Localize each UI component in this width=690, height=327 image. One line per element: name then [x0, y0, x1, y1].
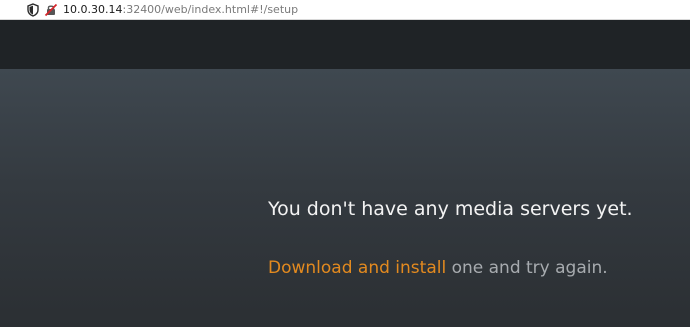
url-text[interactable]: 10.0.30.14:32400/web/index.html#!/setup: [63, 3, 298, 17]
install-prompt: Download and install one and try again.: [268, 256, 608, 280]
install-prompt-rest: one and try again.: [446, 258, 608, 278]
url-path: :32400/web/index.html#!/setup: [122, 3, 299, 16]
app-header: [0, 20, 690, 69]
address-bar[interactable]: 10.0.30.14:32400/web/index.html#!/setup: [0, 0, 690, 20]
no-servers-message: You don't have any media servers yet.: [268, 198, 633, 220]
download-install-link[interactable]: Download and install: [268, 258, 446, 278]
insecure-lock-icon[interactable]: [44, 3, 58, 17]
shield-icon[interactable]: [26, 3, 40, 17]
url-host: 10.0.30.14: [63, 3, 123, 16]
